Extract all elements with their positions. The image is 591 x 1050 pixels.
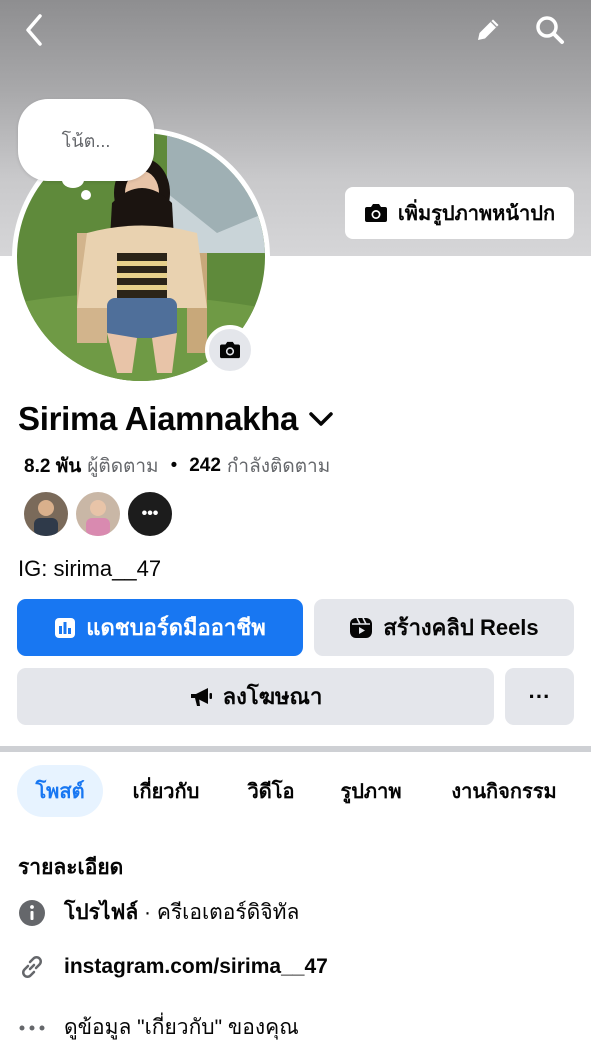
advertise-button[interactable]: ลงโฆษณา: [17, 668, 494, 725]
detail-link[interactable]: instagram.com/sirima__47: [18, 953, 328, 981]
dashboard-label: แดชบอร์ดมืออาชีพ: [86, 615, 266, 640]
instagram-link[interactable]: instagram.com/sirima__47: [64, 955, 328, 979]
change-profile-picture-button[interactable]: [205, 325, 255, 375]
reels-icon: [350, 617, 373, 638]
camera-icon: [220, 341, 240, 359]
add-cover-photo-button[interactable]: เพิ่มรูปภาพหน้าปก: [345, 187, 574, 239]
reels-label: สร้างคลิป Reels: [383, 615, 539, 640]
avatar[interactable]: •••: [126, 490, 174, 538]
mutual-avatars[interactable]: •••: [22, 490, 178, 538]
tab-events[interactable]: งานกิจกรรม: [440, 765, 568, 817]
search-button[interactable]: [530, 10, 570, 50]
avatar[interactable]: [22, 490, 70, 538]
following-count[interactable]: 242: [189, 455, 221, 477]
create-reels-button[interactable]: สร้างคลิป Reels: [314, 599, 574, 656]
detail-see-about[interactable]: ดูข้อมูล "เกี่ยวกับ" ของคุณ: [18, 1011, 299, 1044]
profile-type-separator: ·: [138, 901, 157, 924]
back-button[interactable]: [14, 10, 54, 50]
tab-posts[interactable]: โพสต์: [17, 765, 103, 817]
following-label[interactable]: กำลังติดตาม: [227, 451, 330, 481]
edit-button[interactable]: [468, 10, 508, 50]
note-placeholder: โน้ต...: [61, 130, 111, 151]
link-icon: [18, 953, 46, 981]
note-bubble[interactable]: โน้ต...: [18, 99, 154, 181]
tab-about[interactable]: เกี่ยวกับ: [120, 765, 212, 817]
followers-label[interactable]: ผู้ติดตาม: [87, 451, 158, 481]
more-dots-icon: [18, 1014, 46, 1042]
pencil-icon: [478, 19, 499, 40]
search-icon: [536, 16, 564, 44]
chevron-left-icon: [26, 14, 42, 46]
more-options-icon: ···: [528, 683, 551, 709]
chevron-down-icon: [309, 412, 333, 426]
profile-name: Sirima Aiamnakha: [18, 400, 299, 437]
profile-category: ครีเอเตอร์ดิจิทัล: [156, 901, 300, 924]
detail-profile-type: โปรไฟล์ · ครีเอเตอร์ดิจิทัล: [18, 896, 299, 929]
section-divider: [0, 746, 591, 752]
tab-photos[interactable]: รูปภาพ: [330, 765, 412, 817]
more-options-button[interactable]: ···: [505, 668, 574, 725]
professional-dashboard-button[interactable]: แดชบอร์ดมืออาชีพ: [17, 599, 303, 656]
profile-type: โปรไฟล์: [64, 901, 139, 924]
follow-stats: 8.2 พัน ผู้ติดตาม • 242 กำลังติดตาม: [24, 451, 330, 481]
stats-separator: •: [170, 455, 178, 476]
info-icon: [18, 899, 46, 927]
see-about-label: ดูข้อมูล "เกี่ยวกับ" ของคุณ: [64, 1016, 299, 1039]
tab-videos[interactable]: วิดีโอ: [236, 765, 306, 817]
details-heading: รายละเอียด: [18, 856, 124, 879]
followers-count[interactable]: 8.2 พัน: [24, 451, 81, 481]
camera-icon: [364, 204, 387, 222]
profile-name-row[interactable]: Sirima Aiamnakha: [18, 400, 334, 438]
add-cover-label: เพิ่มรูปภาพหน้าปก: [397, 203, 556, 225]
dashboard-icon: [55, 617, 76, 638]
note-bubble-tail: [62, 172, 84, 188]
note-bubble-tail-dot: [81, 190, 91, 200]
megaphone-icon: [190, 687, 212, 706]
profile-bio: IG: sirima__47: [18, 556, 162, 581]
advertise-label: ลงโฆษณา: [222, 684, 323, 709]
avatar[interactable]: [74, 490, 122, 538]
more-dots-icon: •••: [141, 505, 159, 522]
profile-tabs: โพสต์ เกี่ยวกับ วิดีโอ รูปภาพ งานกิจกรรม: [0, 765, 591, 817]
